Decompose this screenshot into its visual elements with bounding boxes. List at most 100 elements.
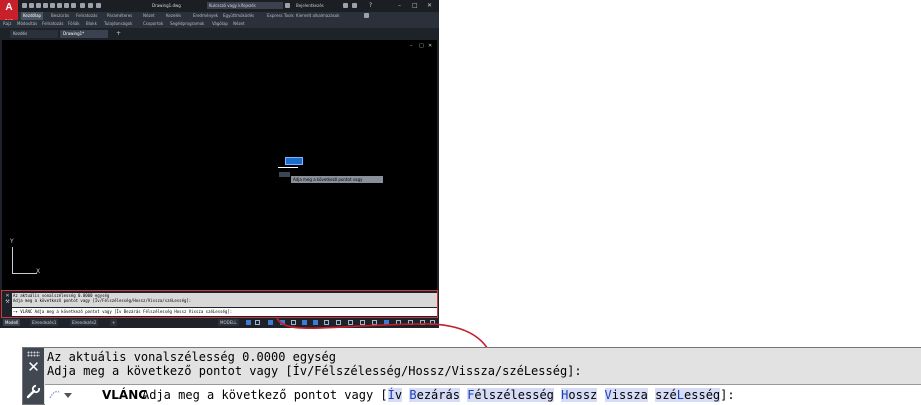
web-icon[interactable] — [57, 3, 62, 8]
viewport-close-button[interactable]: ✕ — [428, 43, 432, 49]
help-icon[interactable]: ? — [369, 2, 372, 9]
workspace-icon[interactable] — [96, 3, 101, 8]
dynamic-input-field[interactable] — [285, 157, 303, 165]
save-icon[interactable] — [36, 3, 41, 8]
units-icon[interactable] — [372, 320, 377, 325]
option-felszelesseg[interactable]: Félszélesség — [467, 388, 554, 402]
tab-parameteres[interactable]: Paraméteres — [107, 13, 132, 18]
viewport-maximize-button[interactable]: □ — [419, 43, 424, 49]
grid-icon[interactable] — [246, 320, 251, 325]
drag-handle-icon[interactable] — [27, 351, 40, 357]
new-file-icon[interactable] — [22, 3, 27, 8]
tab-eredmenyek[interactable]: Eredmények — [193, 13, 218, 18]
ribbon-toggle-icon[interactable] — [364, 13, 369, 18]
tab-kezdolap[interactable]: Kezdőlap — [21, 12, 44, 20]
clean-screen-icon[interactable] — [420, 320, 425, 325]
tab-model[interactable]: Modell — [3, 319, 21, 326]
command-input-small[interactable]: ⋯▾ VLÁNC Adja meg a következő pontot vag… — [12, 308, 437, 316]
search-input[interactable]: Kulcsszó vagy kifejezés — [207, 2, 283, 9]
customize-icon[interactable] — [430, 320, 435, 325]
tab-start[interactable]: Kezdés — [10, 30, 58, 38]
minimize-button[interactable]: – — [398, 2, 401, 9]
ribbon-panels: Rajz Módosítás Feliratozás Fóliák Blokk … — [0, 20, 439, 28]
wrench-icon[interactable] — [26, 384, 41, 399]
cart-icon[interactable] — [343, 3, 348, 8]
tab-kiemelt[interactable]: Kiemelt alkalmazások — [296, 13, 340, 18]
panel-modositas[interactable]: Módosítás — [17, 21, 37, 26]
ortho-icon[interactable] — [268, 320, 273, 325]
command-line-toolbar: ✕ — [23, 348, 44, 404]
option-bezaras[interactable]: Bezárás — [409, 388, 460, 402]
viewport-minimize-button[interactable]: – — [410, 43, 413, 49]
tab-layout1[interactable]: Elrendezés1 — [30, 319, 59, 326]
recent-commands-icon[interactable] — [48, 390, 74, 400]
plot-icon[interactable] — [50, 3, 55, 8]
panel-feliratozas[interactable]: Feliratozás — [42, 21, 64, 26]
panel-nezet[interactable]: Nézet — [233, 21, 245, 26]
isolate-icon[interactable] — [396, 320, 401, 325]
redo-icon[interactable] — [88, 3, 93, 8]
sign-in-button[interactable]: Bejelentkezés — [296, 3, 324, 8]
isodraft-icon[interactable] — [291, 320, 296, 325]
exchange-icon[interactable] — [285, 3, 290, 8]
option-suffix: v — [394, 388, 403, 402]
panel-vagolap[interactable]: Vágólap — [212, 21, 228, 26]
save-as-icon[interactable] — [43, 3, 48, 8]
option-szelesseg[interactable]: széLesség — [655, 388, 721, 402]
new-layout-button[interactable]: + — [110, 319, 118, 326]
quick-properties-icon[interactable] — [384, 320, 389, 325]
tab-feliratozas[interactable]: Feliratozás — [76, 13, 98, 18]
workspace-switch-icon[interactable] — [360, 320, 365, 325]
tab-egyuttmukodes[interactable]: Együttműködés — [223, 13, 254, 18]
ucs-y-axis — [12, 247, 13, 274]
option-key: L — [676, 388, 685, 402]
lineweight-icon[interactable] — [324, 320, 329, 325]
document-tabs: Kezdés Drawing1* + — [0, 28, 439, 39]
osnap-icon[interactable] — [313, 320, 318, 325]
option-iv[interactable]: Ív — [387, 388, 403, 402]
tab-express-tools[interactable]: Express Tools — [267, 13, 294, 18]
hardware-acceleration-icon[interactable] — [408, 320, 413, 325]
panel-rajz[interactable]: Rajz — [3, 21, 11, 26]
tab-kezeles[interactable]: Kezelés — [166, 13, 181, 18]
user-icon[interactable] — [352, 3, 357, 8]
annotation-scale-icon[interactable] — [348, 320, 353, 325]
command-line-enlarged[interactable]: ✕ Az aktuális vonalszélesség 0.0000 egys… — [22, 347, 921, 405]
print-icon[interactable] — [71, 3, 76, 8]
tab-nezet[interactable]: Nézet — [143, 13, 155, 18]
transparency-icon[interactable] — [336, 320, 341, 325]
drawing-area[interactable]: – □ ✕ Adja meg a következő pontot vagy Y… — [2, 40, 437, 290]
panel-csoportok[interactable]: Csoportok — [143, 21, 163, 26]
ucs-x-axis — [12, 273, 37, 274]
tab-drawing1[interactable]: Drawing1* — [60, 30, 108, 38]
option-suffix: esség — [684, 388, 721, 402]
option-key: V — [604, 388, 612, 402]
close-icon[interactable]: ✕ — [26, 360, 41, 375]
command-line-small[interactable]: ✕ ⚒ Az aktuális vonalszélesség 0.0000 eg… — [1, 290, 438, 318]
panel-tulajdonsagok[interactable]: Tulajdonságok — [104, 21, 132, 26]
command-input[interactable]: VLÁNC Adja meg a következő pontot vagy [… — [45, 384, 921, 405]
wrench-icon[interactable]: ⚒ — [4, 299, 11, 305]
option-vissza[interactable]: Vissza — [604, 388, 648, 402]
option-hossz[interactable]: Hossz — [561, 388, 598, 402]
share-icon[interactable] — [64, 3, 69, 8]
osnap-tracking-icon[interactable] — [302, 320, 307, 325]
polar-icon[interactable] — [280, 320, 285, 325]
ucs-x-label: X — [36, 268, 41, 275]
close-button[interactable]: ✕ — [427, 2, 432, 9]
option-key: Í — [387, 388, 395, 402]
tab-beszuras[interactable]: Beszúrás — [51, 13, 69, 18]
panel-blokk[interactable]: Blokk — [86, 21, 97, 26]
history-line-small: Adja meg a következő pontot vagy [Ív/Fél… — [13, 298, 192, 303]
tab-layout2[interactable]: Elrendezés2 — [70, 319, 99, 326]
panel-segedprogramok[interactable]: Segédprogramok — [170, 21, 204, 26]
window-title: Drawing1.dwg — [152, 3, 181, 8]
new-tab-button[interactable]: + — [116, 30, 121, 38]
undo-icon[interactable] — [80, 3, 85, 8]
panel-foliak[interactable]: Fóliák — [68, 21, 80, 26]
option-suffix: issza — [611, 388, 648, 402]
maximize-button[interactable]: □ — [412, 2, 418, 9]
snap-icon[interactable] — [255, 320, 260, 325]
model-space-button[interactable]: MODELL — [218, 319, 239, 326]
open-file-icon[interactable] — [29, 3, 34, 8]
